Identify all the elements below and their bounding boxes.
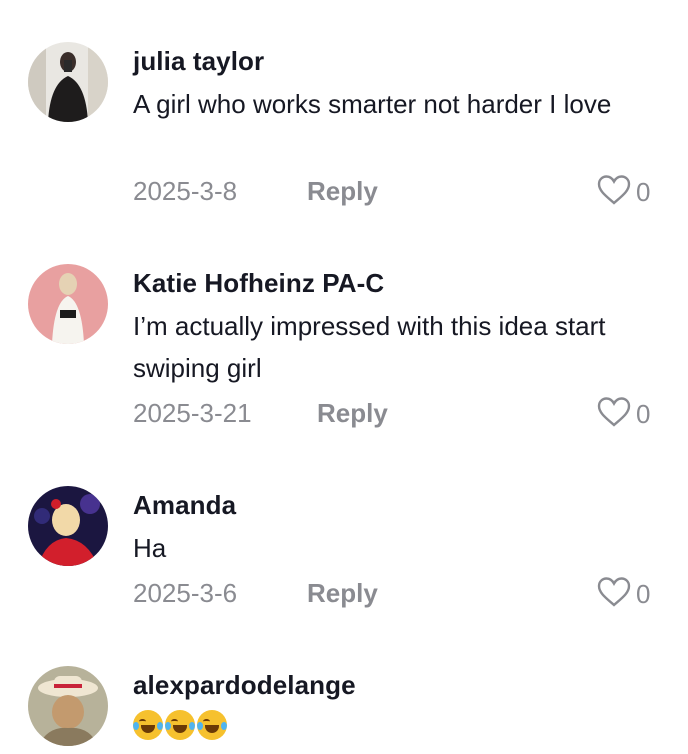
like-count: 0 <box>636 399 651 429</box>
face-with-tears-of-joy-icon <box>133 710 163 740</box>
avatar[interactable] <box>28 486 108 566</box>
heart-outline-icon <box>596 576 632 613</box>
like-count: 0 <box>636 177 651 207</box>
reply-button[interactable]: Reply <box>317 398 388 429</box>
comment-username[interactable]: julia taylor <box>133 46 264 77</box>
like-button[interactable]: 0 <box>596 174 650 211</box>
comment-username[interactable]: Amanda <box>133 490 236 521</box>
avatar[interactable] <box>28 42 108 122</box>
like-button[interactable]: 0 <box>596 396 650 433</box>
comment-username[interactable]: alexpardodelange <box>133 670 356 701</box>
heart-outline-icon <box>596 396 632 433</box>
comment-text: A girl who works smarter not harder I lo… <box>133 89 612 119</box>
comment-date: 2025-3-8 <box>133 176 238 206</box>
like-button[interactable]: 0 <box>596 576 650 613</box>
reply-button[interactable]: Reply <box>307 176 378 207</box>
comment-text: I’m actually impressed with this idea st… <box>133 311 606 383</box>
avatar[interactable] <box>28 264 108 344</box>
comment-username[interactable]: Katie Hofheinz PA-C <box>133 268 384 299</box>
like-count: 0 <box>636 579 651 609</box>
comment-date: 2025-3-6 <box>133 578 238 608</box>
face-with-tears-of-joy-icon <box>165 710 195 740</box>
avatar[interactable] <box>28 666 108 746</box>
comment-text: Ha <box>133 533 167 563</box>
comment-text <box>133 710 227 740</box>
face-with-tears-of-joy-icon <box>197 710 227 740</box>
reply-button[interactable]: Reply <box>307 578 378 609</box>
comment-date: 2025-3-21 <box>133 398 252 428</box>
heart-outline-icon <box>596 174 632 211</box>
